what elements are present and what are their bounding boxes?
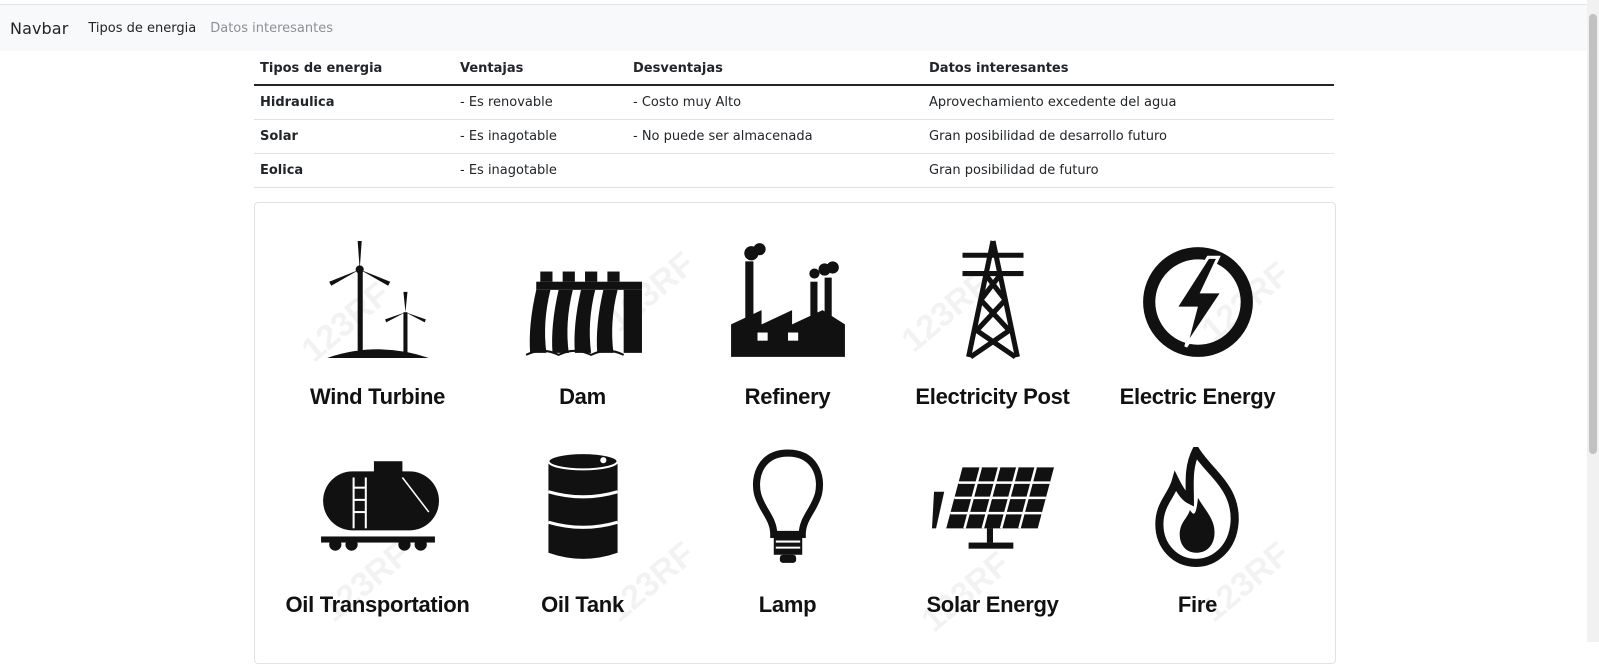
column-header-ventajas: Ventajas [454, 52, 627, 86]
icon-label: Solar Energy [926, 592, 1059, 617]
solar-energy-icon [932, 467, 1054, 549]
icon-label: Oil Tank [541, 592, 624, 617]
nav-link-datos-interesantes[interactable]: Datos interesantes [210, 21, 333, 36]
table-row: Solar - Es inagotable - No puede ser alm… [254, 119, 1334, 154]
icon-label: Electricity Post [915, 384, 1070, 409]
icon-label: Wind Turbine [309, 384, 446, 409]
lamp-icon [753, 449, 823, 563]
cell-datos: Gran posibilidad de futuro [923, 153, 1334, 188]
cell-desventajas [627, 153, 923, 188]
cell-ventajas: - Es inagotable [454, 153, 627, 188]
icon-label: Oil Transportation [285, 592, 470, 617]
fire-icon [1155, 447, 1239, 567]
dam-tile: Dam [480, 239, 685, 449]
table-row: Hidraulica - Es renovable - Costo muy Al… [254, 85, 1334, 120]
table-row: Eolica - Es inagotable Gran posibilidad … [254, 153, 1334, 188]
energy-icons-image: 123RF 123RF 123RF 123RF 123RF 123RF 123R… [254, 202, 1336, 664]
refinery-tile: Refinery [685, 239, 890, 449]
dam-icon [525, 271, 642, 357]
oil-tank-icon [547, 452, 619, 559]
oil-transportation-icon [321, 461, 439, 551]
refinery-icon [731, 243, 845, 357]
column-header-datos: Datos interesantes [923, 52, 1334, 86]
wind-turbine-tile: Wind Turbine [275, 239, 480, 449]
navbar: Navbar Tipos de energia Datos interesant… [0, 5, 1599, 51]
table-header-row: Tipos de energia Ventajas Desventajas Da… [254, 52, 1334, 86]
cell-energy-name: Eolica [254, 153, 454, 188]
cell-energy-name: Hidraulica [254, 85, 454, 120]
cell-ventajas: - Es inagotable [454, 119, 627, 154]
solar-energy-tile: Solar Energy [890, 447, 1095, 657]
wind-turbine-icon [327, 241, 429, 358]
oil-tank-tile: Oil Tank [480, 447, 685, 657]
column-header-desventajas: Desventajas [627, 52, 923, 86]
cell-desventajas: - No puede ser almacenada [627, 119, 923, 154]
cell-energy-name: Solar [254, 119, 454, 154]
electricity-post-tile: Electricity Post [890, 239, 1095, 449]
navbar-brand[interactable]: Navbar [10, 19, 68, 38]
cell-ventajas: - Es renovable [454, 85, 627, 120]
icon-label: Dam [559, 384, 606, 409]
energy-table: Tipos de energia Ventajas Desventajas Da… [254, 52, 1334, 188]
electric-energy-tile: Electric Energy [1095, 239, 1300, 449]
icon-label: Refinery [744, 384, 831, 409]
cell-desventajas: - Costo muy Alto [627, 85, 923, 120]
fire-tile: Fire [1095, 447, 1300, 657]
icon-label: Electric Energy [1119, 384, 1276, 409]
scrollbar-thumb[interactable] [1589, 14, 1597, 454]
electricity-post-icon [962, 240, 1024, 360]
cell-datos: Aprovechamiento excedente del agua [923, 85, 1334, 120]
column-header-tipos: Tipos de energia [254, 52, 454, 86]
icon-label: Fire [1177, 592, 1218, 617]
nav-link-tipos-de-energia[interactable]: Tipos de energia [88, 21, 196, 36]
oil-transportation-tile: Oil Transportation [275, 447, 480, 657]
cell-datos: Gran posibilidad de desarrollo futuro [923, 119, 1334, 154]
page-scrollbar[interactable] [1587, 0, 1599, 642]
lamp-tile: Lamp [685, 447, 890, 657]
icon-label: Lamp [758, 592, 817, 617]
electric-energy-icon [1143, 247, 1253, 357]
